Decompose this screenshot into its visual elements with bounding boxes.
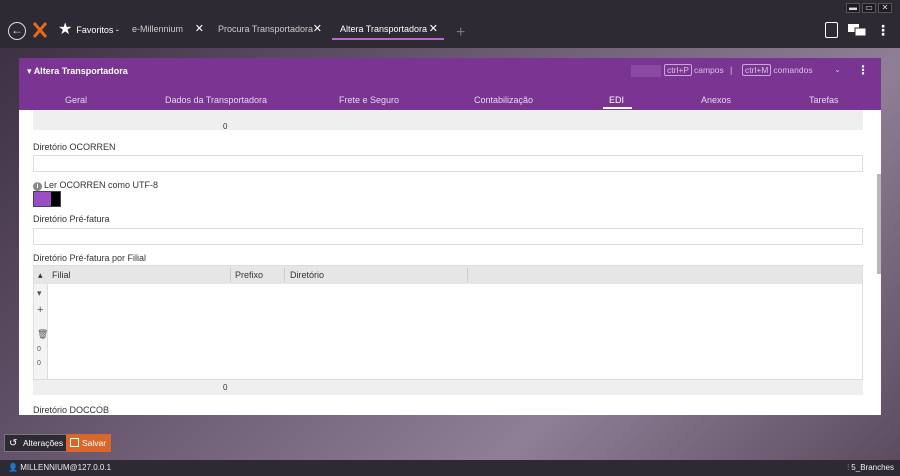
close-window-icon[interactable]: ✕ — [878, 3, 892, 13]
dir-doccob-label: Diretório DOCCOB — [33, 405, 110, 415]
panel-title[interactable]: ▾ Altera Transportadora — [27, 66, 128, 77]
grid-row-count: 0 — [223, 383, 228, 392]
dir-prefatura-input[interactable] — [33, 228, 863, 245]
column-header-diretorio[interactable]: Diretório — [290, 270, 324, 280]
tab-tarefas[interactable]: Tarefas — [809, 95, 839, 105]
grid-row-count: 0 — [223, 122, 228, 131]
fields-shortcut[interactable]: ctrl+P campos — [664, 64, 724, 76]
edit-carrier-panel: ▾ Altera Transportadora ctrl+P campos | c… — [19, 58, 881, 415]
column-divider — [230, 268, 231, 282]
chevron-down-icon[interactable]: ▾ — [37, 288, 42, 299]
back-arrow-icon[interactable]: ← — [8, 22, 26, 40]
utf8-toggle[interactable] — [33, 191, 61, 207]
user-icon: 👤 — [8, 463, 18, 472]
tab-label: Altera Transportadora — [340, 24, 428, 34]
tab-label: Procura Transportadora — [218, 24, 314, 34]
grid-header: ▴ Filial Prefixo Diretório — [34, 266, 862, 284]
title-bar: ▬ ▭ ✕ ← ★ Favoritos - e-Millennium ✕ Pro… — [0, 0, 900, 48]
prefatura-filial-grid: ▴ Filial Prefixo Diretório ▾ + 🗑 0 0 — [33, 265, 863, 380]
tab-geral[interactable]: Geral — [65, 95, 87, 105]
add-row-icon[interactable]: + — [37, 304, 43, 316]
sort-up-icon[interactable]: ▴ — [38, 270, 43, 281]
tab-anexos[interactable]: Anexos — [701, 95, 731, 105]
grid-footer: 0 — [33, 380, 863, 395]
close-icon[interactable]: ✕ — [195, 20, 204, 38]
star-icon: ★ — [58, 21, 73, 38]
info-icon: i — [33, 182, 42, 191]
more-vertical-icon[interactable]: ⋮ — [876, 23, 890, 37]
more-vertical-icon[interactable]: ⋮ — [857, 63, 869, 77]
tab-altera-transportadora[interactable]: Altera Transportadora ✕ — [332, 20, 444, 40]
tab-contabilizacao[interactable]: Contabilização — [474, 95, 533, 105]
column-header-prefixo[interactable]: Prefixo — [235, 270, 263, 280]
total-count: 0 — [37, 360, 41, 367]
status-bar: 👤 MILLENNIUM@127.0.0.1 ⫶ 5_Branches — [0, 460, 900, 476]
history-icon: ↺ — [9, 438, 18, 449]
dir-prefatura-label: Diretório Pré-fatura — [33, 214, 110, 224]
top-right-tools: ⋮ — [825, 22, 890, 38]
maximize-icon[interactable]: ▭ — [862, 3, 876, 13]
branch-icon: ⫶ — [847, 463, 850, 472]
favorites-menu[interactable]: ★ Favoritos - — [58, 22, 119, 38]
user-status: 👤 MILLENNIUM@127.0.0.1 — [8, 463, 112, 472]
minimize-icon[interactable]: ▬ — [846, 3, 860, 13]
window-controls: ▬ ▭ ✕ — [846, 3, 892, 13]
chevron-down-icon[interactable]: ⌄ — [834, 65, 841, 74]
tab-frete-seguro[interactable]: Frete e Seguro — [339, 95, 399, 105]
column-divider — [467, 268, 468, 282]
dir-ocorren-label: Diretório OCORREN — [33, 142, 116, 152]
column-divider — [284, 268, 285, 282]
favorites-label: Favoritos - — [76, 25, 119, 35]
changes-button[interactable]: ↺ Alterações — [4, 434, 70, 452]
trash-icon[interactable]: 🗑 — [37, 329, 48, 340]
search-input[interactable] — [631, 65, 661, 77]
selected-count: 0 — [37, 346, 41, 353]
dir-ocorren-input[interactable] — [33, 155, 863, 172]
panel-header: ▾ Altera Transportadora ctrl+P campos | c… — [19, 58, 881, 110]
add-tab-icon[interactable]: + — [456, 25, 465, 41]
grid-side-toolbar: ▾ + 🗑 0 0 — [34, 284, 48, 379]
tab-dados-transportadora[interactable]: Dados da Transportadora — [165, 95, 267, 105]
tab-edi[interactable]: EDI — [603, 95, 633, 109]
shortcut-separator: | — [730, 65, 733, 75]
tab-label: e-Millennium — [132, 24, 184, 34]
dir-prefatura-filial-label: Diretório Pré-fatura por Filial — [33, 253, 147, 263]
close-icon[interactable]: ✕ — [429, 20, 438, 38]
clipboard-icon[interactable] — [825, 22, 838, 38]
tab-procura-transportadora[interactable]: Procura Transportadora ✕ — [210, 20, 328, 40]
chat-icon[interactable] — [848, 24, 866, 36]
tab-e-millennium[interactable]: e-Millennium ✕ — [124, 20, 210, 40]
save-icon — [70, 438, 79, 447]
commands-shortcut[interactable]: ctrl+M comandos — [742, 64, 813, 76]
grid-footer: 0 — [33, 110, 863, 131]
app-logo-icon — [32, 22, 48, 38]
save-button[interactable]: Salvar — [66, 434, 112, 452]
utf8-label: i Ler OCORREN como UTF-8 — [33, 180, 158, 191]
branch-status[interactable]: ⫶ 5_Branches — [847, 461, 894, 475]
vertical-scrollbar[interactable] — [877, 174, 881, 274]
column-header-filial[interactable]: Filial — [52, 270, 71, 280]
toggle-knob — [51, 192, 60, 206]
close-icon[interactable]: ✕ — [313, 20, 322, 38]
